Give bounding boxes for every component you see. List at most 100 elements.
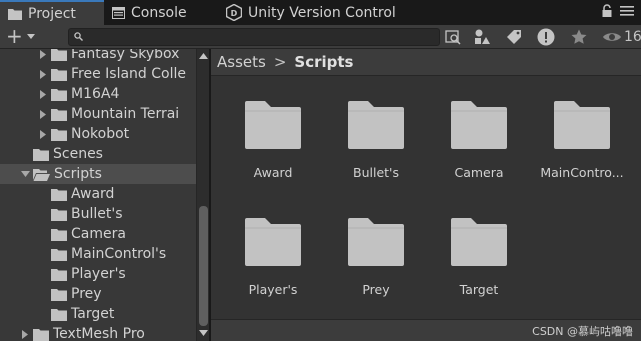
breadcrumb-current[interactable]: Scripts (294, 53, 353, 71)
tree-item-label: Nokobot (71, 126, 130, 142)
folder-icon (51, 49, 67, 61)
tree-item[interactable]: Player's (0, 264, 196, 284)
tree-item[interactable]: Free Island Colle (0, 64, 196, 84)
folder-icon (51, 188, 67, 201)
tree-arrow[interactable] (19, 164, 31, 184)
tree-item-label: MainControl's (71, 246, 167, 262)
tree-arrow[interactable] (37, 49, 49, 64)
tree-item-label: Scenes (53, 146, 103, 162)
tree-arrow (37, 224, 49, 244)
tree-item-label: Target (71, 306, 115, 322)
folder-icon (33, 328, 49, 341)
tree-item[interactable]: Target (0, 304, 196, 324)
tab-unity-version-control[interactable]: D Unity Version Control (226, 0, 426, 25)
breadcrumb-assets[interactable]: Assets (217, 53, 266, 71)
chevron-right-icon[interactable] (40, 49, 46, 59)
tab-project[interactable]: Project (0, 0, 104, 25)
asset-folder-item[interactable]: Prey (326, 216, 426, 326)
tree-arrow (37, 204, 49, 224)
search-input[interactable] (68, 28, 440, 46)
asset-folder-item[interactable]: Bullet's (326, 99, 426, 209)
asset-folder-label: Prey (362, 282, 390, 297)
chevron-right-icon[interactable] (40, 69, 46, 79)
tree-item[interactable]: MainControl's (0, 244, 196, 264)
create-button[interactable]: + (6, 26, 23, 46)
folder-icon (51, 88, 67, 101)
tree-item[interactable]: Nokobot (0, 124, 196, 144)
tree-arrow[interactable] (37, 64, 49, 84)
tab-console-label: Console (131, 4, 187, 21)
tab-project-label: Project (28, 5, 76, 22)
tree-item-label: TextMesh Pro (53, 326, 145, 341)
tree-item[interactable]: Bullet's (0, 204, 196, 224)
unity-vc-icon: D (226, 4, 242, 21)
tree-item-label: Free Island Colle (71, 66, 186, 82)
folder-icon (51, 248, 67, 261)
tree-arrow (19, 144, 31, 164)
tree-arrow[interactable] (19, 324, 31, 341)
search-by-type-icon[interactable] (472, 27, 492, 47)
tree-arrow[interactable] (37, 104, 49, 124)
tree-item[interactable]: Fantasy Skybox (0, 49, 196, 64)
chevron-right-icon[interactable] (40, 129, 46, 139)
tree-item[interactable]: TextMesh Pro (0, 324, 196, 341)
chevron-right-icon[interactable] (40, 89, 46, 99)
folder-icon (51, 308, 67, 321)
folder-icon (51, 288, 67, 301)
folder-icon (554, 101, 610, 149)
more-menu-icon[interactable] (620, 5, 634, 17)
asset-folder-item[interactable]: Award (223, 99, 323, 209)
folder-icon (348, 101, 404, 149)
search-by-label-icon[interactable] (504, 27, 524, 47)
folder-icon (245, 101, 301, 149)
search-by-scene-icon[interactable] (443, 27, 463, 47)
tree-item[interactable]: Award (0, 184, 196, 204)
asset-folder-item[interactable]: Camera (429, 99, 529, 209)
asset-folder-label: Player's (248, 282, 298, 297)
tree-arrow[interactable] (37, 124, 49, 144)
tree-item-label: Scripts (54, 166, 102, 182)
scroll-up-icon[interactable] (199, 53, 208, 59)
tree-item[interactable]: M16A4 (0, 84, 196, 104)
folder-icon (51, 268, 67, 281)
favorites-star-icon[interactable] (569, 27, 589, 47)
asset-folder-label: Bullet's (353, 165, 399, 180)
chevron-right-icon[interactable] (40, 109, 46, 119)
folder-icon (8, 8, 22, 20)
tree-arrow (37, 184, 49, 204)
asset-grid-panel: Assets > Scripts Award Bullet's Camera Main… (211, 49, 641, 341)
tab-uvc-label: Unity Version Control (248, 4, 396, 21)
folder-icon (51, 68, 67, 81)
breadcrumb-separator: > (273, 53, 287, 71)
tree-item-label: Mountain Terrai (71, 106, 180, 122)
tree-item[interactable]: Scripts (0, 164, 196, 184)
tree-item[interactable]: Camera (0, 224, 196, 244)
visibility-eye-icon[interactable] (602, 27, 622, 47)
tree-item-label: Bullet's (71, 206, 123, 222)
chevron-down-icon[interactable] (20, 171, 30, 177)
tree-arrow[interactable] (37, 84, 49, 104)
tab-console[interactable]: Console (112, 0, 218, 25)
tree-scrollbar[interactable] (196, 49, 209, 341)
tree-item[interactable]: Prey (0, 284, 196, 304)
scrollbar-thumb[interactable] (199, 206, 208, 326)
tree-item[interactable]: Scenes (0, 144, 196, 164)
asset-folder-item[interactable]: Target (429, 216, 529, 326)
project-toolbar: + 16 (0, 25, 641, 49)
asset-folder-item[interactable]: MainContro... (532, 99, 632, 209)
lock-icon[interactable] (602, 4, 612, 18)
asset-folder-item[interactable]: Player's (223, 216, 323, 326)
scroll-down-icon[interactable] (199, 330, 208, 336)
tree-item-label: Camera (71, 226, 126, 242)
tree-arrow (37, 304, 49, 324)
warning-icon[interactable] (536, 27, 556, 47)
tree-item-label: Player's (71, 266, 126, 282)
chevron-down-icon[interactable] (27, 34, 35, 39)
tree-item[interactable]: Mountain Terrai (0, 104, 196, 124)
chevron-right-icon[interactable] (22, 329, 28, 339)
folder-open-icon (33, 168, 50, 181)
folder-icon (51, 228, 67, 241)
tab-bar: Project Console D Unity Version Control (0, 0, 641, 25)
status-bar: CSDN @慕屿咕噜噜 (211, 319, 641, 341)
tree-arrow (37, 244, 49, 264)
